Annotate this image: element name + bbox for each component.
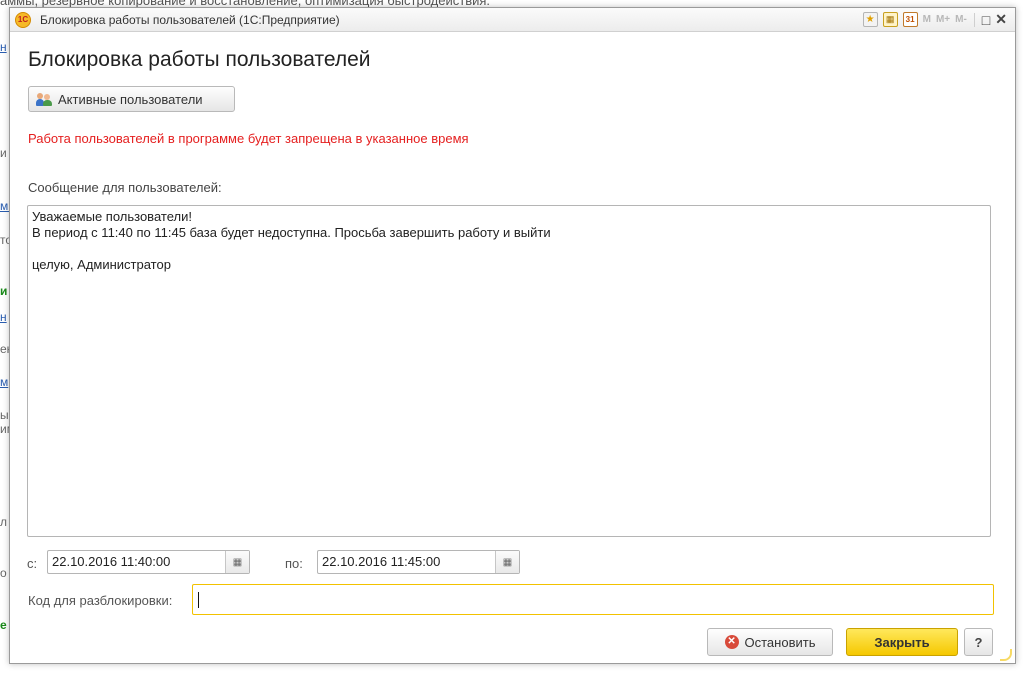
toolbar-divider xyxy=(973,12,975,27)
message-line: В период с 11:40 по 11:45 база будет нед… xyxy=(32,225,551,240)
resize-grip-icon[interactable] xyxy=(1000,649,1012,661)
background-text-fragment: то xyxy=(0,233,9,247)
message-line: Уважаемые пользователи! xyxy=(32,209,192,224)
memory-minus-button[interactable]: M- xyxy=(955,14,967,25)
background-text-fragment: ы xyxy=(0,408,9,422)
to-datetime-value: 22.10.2016 11:45:00 xyxy=(322,554,441,569)
background-link-fragment[interactable]: н xyxy=(0,40,9,54)
favorite-star-icon[interactable]: ★ xyxy=(862,12,878,27)
active-users-label: Активные пользователи xyxy=(58,91,203,107)
calendar-icon[interactable]: 31 xyxy=(902,12,918,27)
from-datetime-value: 22.10.2016 11:40:00 xyxy=(52,554,171,569)
stop-icon: ✕ xyxy=(724,635,739,649)
page-title: Блокировка работы пользователей xyxy=(28,48,371,71)
memory-m-button[interactable]: M xyxy=(923,14,931,25)
from-datetime-field[interactable]: 22.10.2016 11:40:00 ▦ xyxy=(47,550,250,574)
1c-logo-icon: 1С xyxy=(15,12,31,28)
message-label: Сообщение для пользователей: xyxy=(28,180,222,195)
background-link-fragment[interactable]: ми xyxy=(0,199,9,213)
warning-text: Работа пользователей в программе будет з… xyxy=(28,131,469,146)
message-line xyxy=(32,241,986,257)
background-link-fragment[interactable]: м xyxy=(0,375,9,389)
background-text-fragment: л xyxy=(0,515,8,529)
active-users-button[interactable]: Активные пользователи xyxy=(28,86,235,112)
to-datetime-field[interactable]: 22.10.2016 11:45:00 ▦ xyxy=(317,550,520,574)
background-text-fragment: о xyxy=(0,566,7,580)
close-window-icon[interactable]: ✕ xyxy=(995,11,1007,28)
to-label: по: xyxy=(285,556,303,571)
background-heading-fragment: е xyxy=(0,618,7,632)
help-button[interactable]: ? xyxy=(964,628,993,656)
memory-plus-button[interactable]: M+ xyxy=(936,14,950,25)
background-heading-fragment: и xyxy=(0,284,8,298)
background-text-fragment: ен xyxy=(0,342,9,356)
restore-window-icon[interactable]: □ xyxy=(982,12,990,28)
stop-button[interactable]: ✕ Остановить xyxy=(707,628,833,656)
background-text-fragment: им xyxy=(0,422,9,436)
unlock-code-input[interactable] xyxy=(192,584,994,615)
stop-label: Остановить xyxy=(744,634,816,650)
window-title: Блокировка работы пользователей (1С:Пред… xyxy=(40,13,340,27)
user-lock-dialog: 1С Блокировка работы пользователей (1С:П… xyxy=(9,7,1016,664)
calendar-picker-icon[interactable]: ▦ xyxy=(225,551,249,573)
titlebar[interactable]: 1С Блокировка работы пользователей (1С:П… xyxy=(10,8,1015,32)
background-text-fragment: и xyxy=(0,146,7,160)
close-button[interactable]: Закрыть xyxy=(846,628,958,656)
titlebar-toolbar: ★ ▦ 31 M M+ M- □ ✕ xyxy=(862,11,1007,28)
text-caret xyxy=(198,591,199,608)
calendar-picker-icon[interactable]: ▦ xyxy=(495,551,519,573)
from-label: с: xyxy=(27,556,38,571)
background-link-fragment[interactable]: н xyxy=(0,310,9,324)
message-line: целую, Администратор xyxy=(32,257,171,272)
message-textarea[interactable]: Уважаемые пользователи! В период с 11:40… xyxy=(27,205,991,537)
unlock-code-label: Код для разблокировки: xyxy=(28,593,173,608)
calculator-icon[interactable]: ▦ xyxy=(882,12,898,27)
users-icon xyxy=(36,92,52,106)
